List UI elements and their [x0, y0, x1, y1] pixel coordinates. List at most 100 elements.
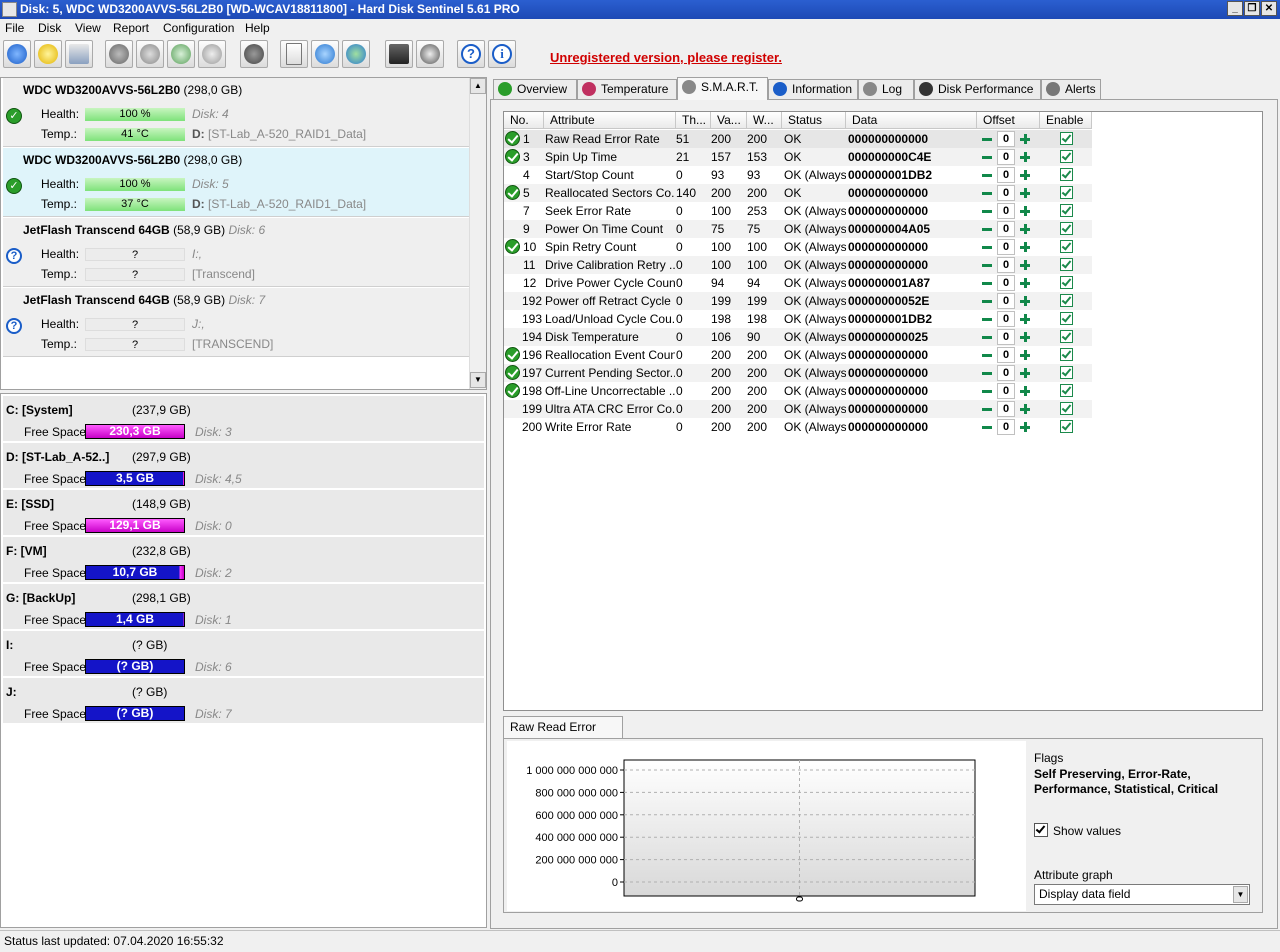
disk-icon[interactable]: [65, 40, 93, 68]
tab-log[interactable]: Log: [858, 79, 914, 99]
plus-icon[interactable]: [1019, 187, 1031, 199]
table-row[interactable]: 193 Load/Unload Cycle Cou... 0 198 198 OK (Al…: [504, 310, 1092, 328]
plus-icon[interactable]: [1019, 295, 1031, 307]
tab-temperature[interactable]: Temperature: [577, 79, 677, 99]
plus-icon[interactable]: [1019, 241, 1031, 253]
table-row[interactable]: 192 Power off Retract Cycle ... 0 199 199 OK …: [504, 292, 1092, 310]
offset-value[interactable]: 0: [997, 131, 1015, 147]
tab-disk-performance[interactable]: Disk Performance: [914, 79, 1041, 99]
table-row[interactable]: 4Start/Stop Count09393OK (Always...00000…: [504, 166, 1092, 184]
offset-value[interactable]: 0: [997, 329, 1015, 345]
partition-item[interactable]: G: [BackUp] (298,1 GB) Free Space 1,4 GB Dis…: [3, 584, 484, 631]
menu-report[interactable]: Report: [113, 21, 149, 35]
minus-icon[interactable]: [981, 349, 993, 361]
scroll-up-button[interactable]: ▲: [470, 78, 486, 94]
plus-icon[interactable]: [1019, 223, 1031, 235]
enable-checkbox[interactable]: [1060, 258, 1073, 271]
minus-icon[interactable]: [981, 187, 993, 199]
offset-value[interactable]: 0: [997, 401, 1015, 417]
plus-icon[interactable]: [1019, 367, 1031, 379]
enable-checkbox[interactable]: [1060, 312, 1073, 325]
minus-icon[interactable]: [981, 385, 993, 397]
column-header[interactable]: No.: [504, 112, 544, 129]
column-header[interactable]: Status: [782, 112, 846, 129]
enable-checkbox[interactable]: [1060, 168, 1073, 181]
table-row[interactable]: 197 Current Pending Sector... 0 200 200 OK (A…: [504, 364, 1092, 382]
table-row[interactable]: 9Power On Time Count07575OK (Always...00…: [504, 220, 1092, 238]
table-row[interactable]: 194Disk Temperature010690OK (Always...00…: [504, 328, 1092, 346]
minus-icon[interactable]: [981, 259, 993, 271]
minus-icon[interactable]: [981, 367, 993, 379]
plus-icon[interactable]: [1019, 421, 1031, 433]
sound-icon[interactable]: [416, 40, 444, 68]
disk-item[interactable]: WDC WD3200AVVS-56L2B0 (298,0 GB) ✓ Health…: [3, 148, 469, 217]
refresh-icon[interactable]: [3, 40, 31, 68]
help-icon[interactable]: ?: [457, 40, 485, 68]
enable-checkbox[interactable]: [1060, 222, 1073, 235]
show-values-checkbox[interactable]: Show values: [1034, 823, 1121, 838]
offset-value[interactable]: 0: [997, 203, 1015, 219]
partition-item[interactable]: F: [VM] (232,8 GB) Free Space 10,7 GB Disk: …: [3, 537, 484, 584]
partition-item[interactable]: E: [SSD] (148,9 GB) Free Space 129,1 GB Disk…: [3, 490, 484, 537]
menu-file[interactable]: File: [5, 21, 24, 35]
close-button[interactable]: ✕: [1261, 1, 1277, 16]
column-header[interactable]: Th...: [676, 112, 711, 129]
offset-value[interactable]: 0: [997, 383, 1015, 399]
minus-icon[interactable]: [981, 277, 993, 289]
update-icon[interactable]: [311, 40, 339, 68]
table-row[interactable]: 200Write Error Rate0200200OK (Always...0…: [504, 418, 1092, 436]
partition-item[interactable]: J: (? GB) Free Space (? GB) Disk: 7: [3, 678, 484, 725]
minus-icon[interactable]: [981, 421, 993, 433]
offset-value[interactable]: 0: [997, 311, 1015, 327]
tab-alerts[interactable]: Alerts: [1041, 79, 1101, 99]
plus-icon[interactable]: [1019, 151, 1031, 163]
plus-icon[interactable]: [1019, 349, 1031, 361]
enable-checkbox[interactable]: [1060, 150, 1073, 163]
table-row[interactable]: 11 Drive Calibration Retry ... 0 100 100 OK (…: [504, 256, 1092, 274]
network-icon[interactable]: [342, 40, 370, 68]
offset-value[interactable]: 0: [997, 419, 1015, 435]
plus-icon[interactable]: [1019, 385, 1031, 397]
minus-icon[interactable]: [981, 133, 993, 145]
column-header[interactable]: Va...: [711, 112, 747, 129]
unregistered-link[interactable]: Unregistered version, please register.: [550, 50, 782, 65]
table-row[interactable]: 5 Reallocated Sectors Co... 140 200 200 OK 000…: [504, 184, 1092, 202]
table-row[interactable]: 198 Off-Line Uncorrectable ... 0 200 200 OK (…: [504, 382, 1092, 400]
minus-icon[interactable]: [981, 295, 993, 307]
chevron-down-icon[interactable]: ▼: [1233, 886, 1248, 903]
minimize-button[interactable]: _: [1227, 1, 1243, 16]
minus-icon[interactable]: [981, 223, 993, 235]
plus-icon[interactable]: [1019, 313, 1031, 325]
enable-checkbox[interactable]: [1060, 366, 1073, 379]
enable-checkbox[interactable]: [1060, 330, 1073, 343]
offset-value[interactable]: 0: [997, 365, 1015, 381]
table-row[interactable]: 12 Drive Power Cycle Count 0 94 94 OK (Always…: [504, 274, 1092, 292]
warning-icon[interactable]: [34, 40, 62, 68]
offset-value[interactable]: 0: [997, 167, 1015, 183]
graph-tab[interactable]: Raw Read Error Rate: [503, 716, 623, 755]
tab-s-m-a-r-t[interactable]: S.M.A.R.T.: [677, 77, 768, 100]
plus-icon[interactable]: [1019, 259, 1031, 271]
partition-item[interactable]: D: [ST-Lab_A-52..] (297,9 GB) Free Space 3,…: [3, 443, 484, 490]
tab-information[interactable]: Information: [768, 79, 858, 99]
column-header[interactable]: Attribute: [544, 112, 676, 129]
enable-checkbox[interactable]: [1060, 132, 1073, 145]
disk-tools-icon[interactable]: [198, 40, 226, 68]
restore-button[interactable]: ❐: [1244, 1, 1260, 16]
menu-help[interactable]: Help: [245, 21, 270, 35]
minus-icon[interactable]: [981, 169, 993, 181]
offset-value[interactable]: 0: [997, 185, 1015, 201]
enable-checkbox[interactable]: [1060, 348, 1073, 361]
column-header[interactable]: W...: [747, 112, 782, 129]
column-header[interactable]: Data: [846, 112, 977, 129]
enable-checkbox[interactable]: [1060, 402, 1073, 415]
disk-info-icon[interactable]: [136, 40, 164, 68]
offset-value[interactable]: 0: [997, 293, 1015, 309]
offset-value[interactable]: 0: [997, 149, 1015, 165]
checkbox-box[interactable]: [1034, 823, 1048, 837]
info-icon[interactable]: i: [488, 40, 516, 68]
report-icon[interactable]: [280, 40, 308, 68]
disk-item[interactable]: WDC WD3200AVVS-56L2B0 (298,0 GB) ✓ Health…: [3, 78, 469, 147]
alert-config-icon[interactable]: [385, 40, 413, 68]
disk-list-scrollbar[interactable]: ▲ ▼: [469, 78, 486, 389]
